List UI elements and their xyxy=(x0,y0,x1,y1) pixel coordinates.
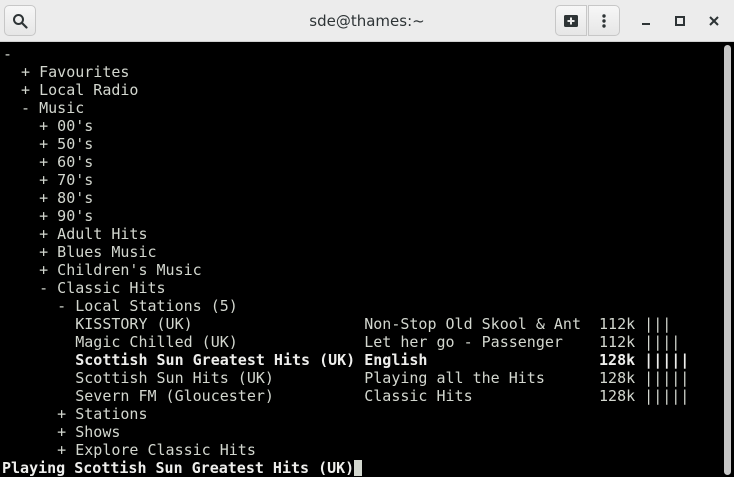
tree-item-90s[interactable]: + 90's xyxy=(3,207,93,225)
search-button[interactable] xyxy=(4,5,36,36)
tree-item-adult-hits[interactable]: + Adult Hits xyxy=(3,225,147,243)
tree-item-stations[interactable]: + Stations xyxy=(3,405,147,423)
close-button[interactable] xyxy=(702,9,726,33)
tree-item-local-stations[interactable]: - Local Stations (5) xyxy=(3,297,238,315)
status-line: Playing Scottish Sun Greatest Hits (UK) xyxy=(2,459,363,477)
terminal-output[interactable]: - + Favourites + Local Radio - Music + 0… xyxy=(0,43,722,477)
tree-item-local-radio[interactable]: + Local Radio xyxy=(3,81,138,99)
tree-root-line: - xyxy=(3,45,13,63)
header-bar: sde@thames:~ xyxy=(0,0,734,42)
station-row-severn-fm[interactable]: Severn FM (Gloucester) Classic Hits 128k… xyxy=(3,387,689,405)
minimize-button[interactable] xyxy=(634,9,658,33)
tree-item-classic-hits[interactable]: - Classic Hits xyxy=(3,279,165,297)
station-row-kisstory[interactable]: KISSTORY (UK) Non-Stop Old Skool & Ant 1… xyxy=(3,315,671,333)
tree-item-60s[interactable]: + 60's xyxy=(3,153,93,171)
tree-item-music[interactable]: - Music xyxy=(3,99,84,117)
terminal-window: sde@thames:~ - + Favourites + Local Radi… xyxy=(0,0,734,477)
station-row-magic-chilled[interactable]: Magic Chilled (UK) Let her go - Passenge… xyxy=(3,333,680,351)
menu-button[interactable] xyxy=(588,5,620,36)
minimize-icon xyxy=(642,23,650,25)
tree-item-favourites[interactable]: + Favourites xyxy=(3,63,129,81)
tree-item-blues-music[interactable]: + Blues Music xyxy=(3,243,156,261)
tree-item-00s[interactable]: + 00's xyxy=(3,117,93,135)
maximize-button[interactable] xyxy=(668,9,692,33)
search-icon xyxy=(13,13,28,29)
tree-item-80s[interactable]: + 80's xyxy=(3,189,93,207)
tree-item-shows[interactable]: + Shows xyxy=(3,423,120,441)
tree-item-explore-classic-hits[interactable]: + Explore Classic Hits xyxy=(3,441,256,459)
station-row-scottish-sun-hits[interactable]: Scottish Sun Hits (UK) Playing all the H… xyxy=(3,369,689,387)
terminal-cursor xyxy=(354,460,363,476)
window-title: sde@thames:~ xyxy=(309,12,425,30)
status-text: Playing Scottish Sun Greatest Hits (UK) xyxy=(2,459,355,477)
new-tab-button[interactable] xyxy=(555,5,587,36)
tree-item-70s[interactable]: + 70's xyxy=(3,171,93,189)
scrollbar-thumb[interactable] xyxy=(724,45,731,475)
close-icon xyxy=(709,16,719,26)
kebab-menu-icon xyxy=(602,13,606,28)
tree-item-childrens-music[interactable]: + Children's Music xyxy=(3,261,202,279)
maximize-icon xyxy=(675,16,685,26)
new-tab-icon xyxy=(564,14,578,27)
station-row-scottish-sun-greatest-hits-selected[interactable]: Scottish Sun Greatest Hits (UK) English … xyxy=(3,351,689,369)
tree-item-50s[interactable]: + 50's xyxy=(3,135,93,153)
terminal-scrollbar[interactable] xyxy=(722,43,734,477)
